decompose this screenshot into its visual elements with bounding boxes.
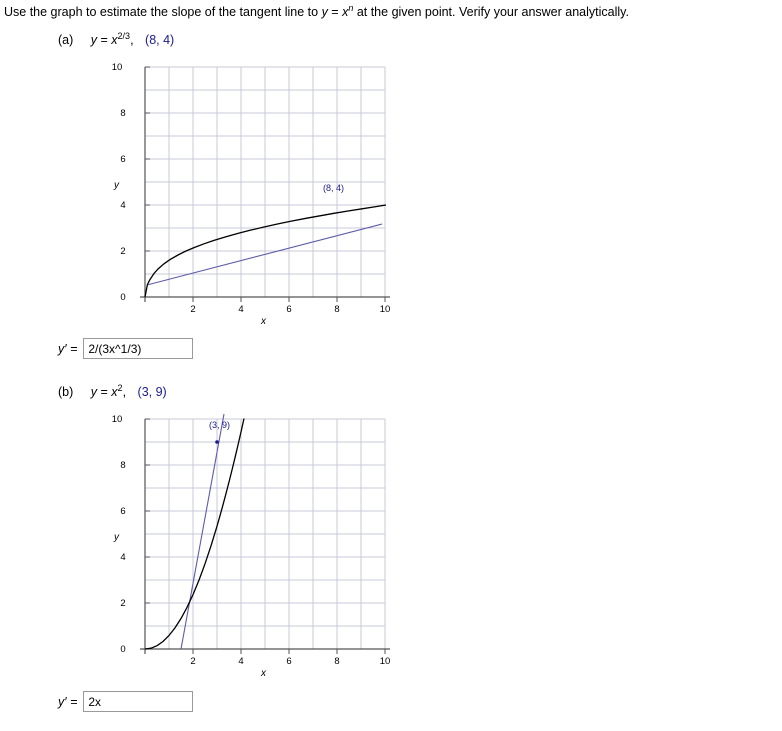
graph-b-ytick-10: 10 <box>111 414 123 425</box>
question-prompt: Use the graph to estimate the slope of t… <box>4 3 782 20</box>
graph-b-ytick-6: 6 <box>120 506 126 517</box>
part-a-heading: (a) y = x2/3, (8, 4) <box>58 30 175 47</box>
graph-a-ylabel: y <box>114 180 119 191</box>
graph-b-ytick-8: 8 <box>120 460 126 471</box>
graph-b-ylabel: y <box>114 532 119 543</box>
graph-a-xtick-2: 2 <box>190 304 196 315</box>
part-a-equals: = <box>100 33 108 47</box>
graph-a-ytick-6: 6 <box>120 154 126 165</box>
graph-a-xtick-6: 6 <box>286 304 292 315</box>
graph-a-svg <box>140 66 390 302</box>
graph-b-xtick-6: 6 <box>286 656 292 667</box>
graph-b-point-marker <box>215 440 219 444</box>
answer-row-a: y′ = <box>58 338 194 359</box>
part-a-label: (a) <box>58 33 74 47</box>
part-b-label: (b) <box>58 385 74 399</box>
prompt-text-after: at the given point. Verify your answer a… <box>353 5 629 19</box>
answer-b-input[interactable] <box>83 691 194 712</box>
graph-b-point-label: (3, 9) <box>209 420 231 430</box>
graph-a-xtick-8: 8 <box>334 304 340 315</box>
graph-b-tangent-line <box>180 414 225 650</box>
graph-a-ytick-8: 8 <box>120 108 126 119</box>
graph-b-xtick-2: 2 <box>190 656 196 667</box>
graph-b-svg <box>140 414 390 654</box>
graph-b-gridlines <box>144 418 386 650</box>
graph-a-ytick-2: 2 <box>120 246 126 257</box>
answer-a-input[interactable] <box>83 338 194 359</box>
graph-b-xtick-8: 8 <box>334 656 340 667</box>
graph-b-xtick-10: 10 <box>379 656 391 667</box>
graph-a-ytick-0: 0 <box>120 292 126 303</box>
part-b-heading: (b) y = x2, (3, 9) <box>58 383 167 399</box>
graph-b-ytick-2: 2 <box>120 598 126 609</box>
graph-a-ytick-4: 4 <box>120 200 126 211</box>
graph-b-xlabel: x <box>261 668 266 679</box>
graph-b-xtick-4: 4 <box>238 656 244 667</box>
graph-b-ytick-0: 0 <box>120 644 126 655</box>
part-a-comma: , <box>130 33 134 47</box>
graph-b: 10 8 6 4 2 0 2 4 6 8 10 y x (3, 9) <box>112 414 410 679</box>
prompt-func-equals: = <box>327 5 343 19</box>
graph-a-xlabel: x <box>261 316 266 327</box>
graph-a: 10 8 6 4 2 0 2 4 6 8 10 y x (8, 4) <box>112 62 410 327</box>
part-a-y: y <box>90 33 98 47</box>
part-b-comma: , <box>122 385 127 399</box>
graph-a-xtick-10: 10 <box>379 304 391 315</box>
part-a-exponent: 2/3 <box>117 30 131 41</box>
answer-b-label: y′ = <box>58 694 78 709</box>
graph-a-ytick-10: 10 <box>111 62 123 73</box>
part-b-equals: = <box>100 385 108 399</box>
graph-a-xtick-4: 4 <box>238 304 244 315</box>
graph-b-ytick-4: 4 <box>120 552 126 563</box>
part-b-y: y <box>90 385 98 399</box>
prompt-text-before: Use the graph to estimate the slope of t… <box>4 5 322 19</box>
graph-a-point-label: (8, 4) <box>323 183 345 193</box>
graph-a-gridlines <box>144 66 386 298</box>
answer-a-label: y′ = <box>58 341 78 356</box>
answer-row-b: y′ = <box>58 691 194 712</box>
part-b-point: (3, 9) <box>137 385 167 399</box>
part-a-point: (8, 4) <box>145 33 175 47</box>
